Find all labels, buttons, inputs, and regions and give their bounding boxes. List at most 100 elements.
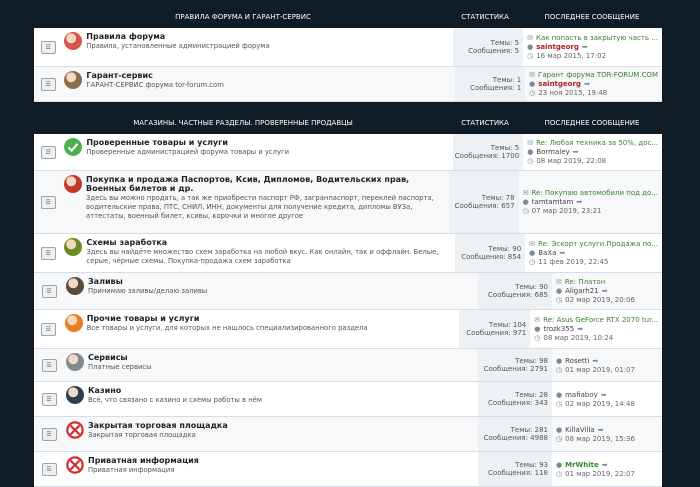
forum-title-link[interactable]: Казино <box>88 386 262 395</box>
forum-title-link[interactable]: Схемы заработка <box>86 238 450 247</box>
last-post-title-link[interactable]: Re: Asus GeForce RTX 2070 tur... <box>543 316 658 324</box>
forum-read-icon[interactable]: ☰ <box>41 358 57 372</box>
forum-text: Казино Всё, что связано с казино и схемы … <box>88 386 262 405</box>
forum-avatar <box>64 238 83 256</box>
forum-title-link[interactable]: Приватная информация <box>88 456 199 465</box>
goto-post-icon[interactable]: ➡ <box>601 391 607 399</box>
forum-row[interactable]: ☰ Сервисы Платные сервисы Темы: 98 Сообщения… <box>34 349 662 382</box>
last-post-title-link[interactable]: Как попасть в закрытую часть ... <box>536 34 658 42</box>
last-post-title-link[interactable]: Re: Эскорт услуги.Продажа по... <box>538 240 658 248</box>
goto-post-icon[interactable]: ➡ <box>582 43 588 51</box>
forum-row[interactable]: ☰ Покупка и продажа Паспортов, Ксив, Дипл… <box>34 171 662 234</box>
forum-info: Прочие товары и услуги Все товары и услуг… <box>63 310 460 348</box>
clock-icon: ◷ <box>522 207 529 215</box>
last-post-author[interactable]: Rosetti <box>565 357 589 365</box>
forbidden-icon <box>66 456 84 474</box>
forum-read-icon[interactable]: ☰ <box>40 195 56 209</box>
forum-read-icon[interactable]: ☰ <box>40 77 56 91</box>
last-post: ✉ Re: Asus GeForce RTX 2070 tur... ● trozk3… <box>530 310 662 348</box>
user-icon: ● <box>556 287 563 295</box>
read-status-cell: ☰ <box>34 417 64 451</box>
forum-description: Правила, установленные администрацией фо… <box>86 42 270 50</box>
forum-text: Прочие товары и услуги Все товары и услуг… <box>87 314 368 333</box>
last-post-author[interactable]: Bormaley <box>536 148 569 156</box>
last-post-title-link[interactable]: Re: Платон <box>565 278 605 286</box>
last-post-title-link[interactable]: Гарант форума TOR-FORUM.COM <box>538 71 658 79</box>
goto-post-icon[interactable]: ➡ <box>598 426 604 434</box>
forum-title-link[interactable]: Сервисы <box>88 353 152 362</box>
last-post: ✉ Re: Покупаю автомобили под до... ● tamtam… <box>519 171 662 233</box>
forum-info: Закрытая торговая площадка Закрытая торго… <box>64 417 478 451</box>
forum-read-icon[interactable]: ☰ <box>40 322 56 336</box>
forum-title-link[interactable]: Прочие товары и услуги <box>87 314 368 323</box>
forum-row[interactable]: ☰ Правила форума Правила, установленные ад… <box>34 28 662 67</box>
forum-title-link[interactable]: Заливы <box>88 277 207 286</box>
goto-post-icon[interactable]: ➡ <box>573 148 579 156</box>
last-post: ✉ Re: Платон ● Aligarh21 ➡ ◷ 02 мар 2019, 20:0… <box>552 273 662 309</box>
forum-row[interactable]: ☰ Прочие товары и услуги Все товары и услу… <box>34 310 662 349</box>
topics-count: Темы: 5 <box>490 144 520 152</box>
forum-title-link[interactable]: Правила форума <box>86 32 269 41</box>
forum-avatar <box>64 71 83 89</box>
forum-title-link[interactable]: Покупка и продажа Паспортов, Ксив, Дипло… <box>86 175 445 193</box>
section-header: МАГАЗИНЫ. ЧАСТНЫЕ РАЗДЕЛЫ. ПРОВЕРЕННЫЕ П… <box>34 112 662 134</box>
goto-post-icon[interactable]: ➡ <box>559 249 565 257</box>
last-post-author[interactable]: mafiaboy <box>565 391 598 399</box>
forum-info: Сервисы Платные сервисы <box>64 349 478 381</box>
goto-post-icon[interactable]: ➡ <box>592 357 598 365</box>
forum-read-icon[interactable]: ☰ <box>41 427 57 441</box>
reply-icon: ✉ <box>529 240 536 248</box>
forum-read-icon[interactable]: ☰ <box>40 145 56 159</box>
forum-row[interactable]: ☰ Казино Всё, что связано с казино и схемы… <box>34 382 662 417</box>
forum-read-icon[interactable]: ☰ <box>40 40 56 54</box>
forum-row[interactable]: ☰ Закрытая торговая площадка Закрытая торг… <box>34 417 662 452</box>
forum-row[interactable]: ☰ Заливы Принимаю заливы/делаю заливы Темы:… <box>34 273 662 310</box>
forum-text: Гарант-сервис ГАРАНТ-СЕРВИС форума tor-fo… <box>86 71 223 90</box>
forum-stats: Темы: 90 Сообщения: 854 <box>454 234 526 272</box>
read-status-cell: ☰ <box>34 349 64 381</box>
stats-header: СТАТИСТИКА <box>461 119 509 127</box>
last-post-date: 01 мар 2019, 01:07 <box>565 366 635 374</box>
last-post-author[interactable]: saintgeorg <box>538 80 581 88</box>
goto-post-icon[interactable]: ➡ <box>602 461 608 469</box>
goto-post-icon[interactable]: ➡ <box>584 80 590 88</box>
forum-read-icon[interactable]: ☰ <box>41 462 57 476</box>
forum-read-icon[interactable]: ☰ <box>40 246 56 260</box>
last-post-author[interactable]: trozk355 <box>543 325 574 333</box>
topics-count: Темы: 98 <box>515 357 548 365</box>
last-post-author[interactable]: saintgeorg <box>536 43 579 51</box>
forbidden-icon <box>66 421 84 439</box>
forum-read-icon[interactable]: ☰ <box>41 392 57 406</box>
forum-title-link[interactable]: Гарант-сервис <box>86 71 223 80</box>
forum-read-icon[interactable]: ☰ <box>41 284 57 298</box>
last-post-title-link[interactable]: Re: Покупаю автомобили под до... <box>531 189 658 197</box>
last-post-date: 01 мар 2019, 22:07 <box>565 470 635 478</box>
goto-post-icon[interactable]: ➡ <box>576 198 582 206</box>
forum-row[interactable]: ☰ Проверенные товары и услуги Проверенные … <box>34 134 662 171</box>
section-header: ПРАВИЛА ФОРУМА И ГАРАНТ-СЕРВИС СТАТИСТИК… <box>34 6 662 28</box>
forum-description: Принимаю заливы/делаю заливы <box>88 287 208 295</box>
forum-info: Гарант-сервис ГАРАНТ-СЕРВИС форума tor-fo… <box>62 67 454 101</box>
forum-row[interactable]: ☰ Приватная информация Приватная информаци… <box>34 452 662 487</box>
user-icon: ● <box>522 198 529 206</box>
forum-description: ГАРАНТ-СЕРВИС форума tor-forum.com <box>86 81 224 89</box>
last-post-author[interactable]: MrWhite <box>565 461 599 469</box>
clock-icon: ◷ <box>556 296 563 304</box>
forum-title-link[interactable]: Проверенные товары и услуги <box>86 138 289 147</box>
forum-row[interactable]: ☰ Схемы заработка Здесь вы найдёте множест… <box>34 234 662 273</box>
forum-title-link[interactable]: Закрытая торговая площадка <box>88 421 228 430</box>
goto-post-icon[interactable]: ➡ <box>602 287 608 295</box>
last-post-author[interactable]: BaXa <box>538 249 556 257</box>
last-post-author[interactable]: Aligarh21 <box>565 287 599 295</box>
last-post-author[interactable]: KillaVilla <box>565 426 594 434</box>
goto-post-icon[interactable]: ➡ <box>577 325 583 333</box>
last-post-title-link[interactable]: Re: Любая техника за 50%, дос... <box>536 139 658 147</box>
last-post: ✉ Re: Любая техника за 50%, дос... ● Bormal… <box>523 134 662 170</box>
forum-row[interactable]: ☰ Гарант-сервис ГАРАНТ-СЕРВИС форума tor-f… <box>34 67 662 102</box>
forum-text: Приватная информация Приватная информация <box>88 456 199 475</box>
last-post-date: 07 мар 2019, 23:21 <box>531 207 602 215</box>
last-post-author[interactable]: tamtamtam <box>532 198 574 206</box>
posts-count: Сообщения: 4988 <box>483 434 548 442</box>
forum-stats: Темы: 5 Сообщения: 1700 <box>453 134 524 170</box>
forum-text: Проверенные товары и услуги Проверенные а… <box>86 138 289 157</box>
